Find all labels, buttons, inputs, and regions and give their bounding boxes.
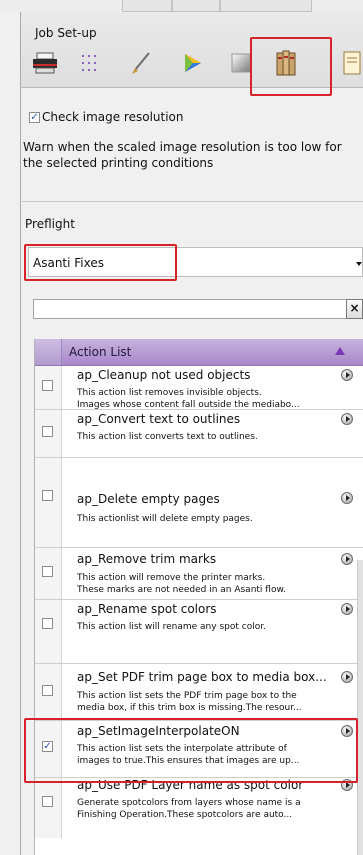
grid-icon[interactable]: [76, 48, 106, 78]
brush-icon[interactable]: [126, 48, 156, 78]
arrow-right-icon[interactable]: [341, 671, 353, 683]
preflight-label: Preflight: [25, 217, 75, 231]
highlight-toolbar-selection: [250, 37, 332, 96]
top-tab[interactable]: [172, 0, 220, 12]
item-checkbox[interactable]: [42, 618, 53, 629]
list-item[interactable]: ap_Cleanup not used objects This action …: [35, 366, 363, 410]
action-search-input[interactable]: [33, 299, 347, 319]
list-item[interactable]: ap_Remove trim marks This action will re…: [35, 548, 363, 600]
item-checkbox[interactable]: [42, 566, 53, 577]
vertical-scrollbar[interactable]: [357, 560, 363, 855]
item-title: ap_Remove trim marks: [77, 552, 217, 566]
arrow-right-icon[interactable]: [341, 413, 353, 425]
item-title: ap_Delete empty pages: [77, 492, 220, 506]
item-description: This action will remove the printer mark…: [77, 573, 286, 595]
top-tab-strip: [0, 0, 363, 12]
item-title: ap_Set PDF trim page box to media box...: [77, 670, 327, 684]
top-tab[interactable]: [122, 0, 172, 12]
arrow-right-icon[interactable]: [341, 553, 353, 565]
item-checkbox[interactable]: [42, 685, 53, 696]
item-checkbox[interactable]: [42, 380, 53, 391]
color-wheel-icon[interactable]: [178, 48, 208, 78]
arrow-right-icon[interactable]: [341, 603, 353, 615]
item-description: This action list will rename any spot co…: [77, 622, 266, 632]
item-title: ap_Convert text to outlines: [77, 412, 241, 426]
action-list-header-label: Action List: [69, 345, 132, 359]
item-description: This actionlist will delete empty pages.: [77, 514, 253, 524]
item-description: Generate spotcolors from layers whose na…: [77, 798, 301, 820]
item-checkbox[interactable]: [42, 426, 53, 437]
item-title: ap_Cleanup not used objects: [77, 368, 251, 382]
list-item[interactable]: ap_Set PDF trim page box to media box...…: [35, 664, 363, 721]
top-tab[interactable]: [220, 0, 312, 12]
check-image-resolution-label: Check image resolution: [42, 110, 184, 124]
list-item[interactable]: ap_Convert text to outlines This action …: [35, 410, 363, 458]
highlight-preflight-select: [24, 244, 177, 281]
highlight-selected-action: [24, 718, 358, 783]
item-description: This action list removes invisible objec…: [77, 388, 300, 410]
action-list-header[interactable]: Action List: [35, 339, 363, 366]
item-description: This action list converts text to outlin…: [77, 432, 258, 442]
chevron-down-icon[interactable]: [356, 262, 362, 266]
sort-ascending-icon[interactable]: [335, 347, 345, 355]
resolution-warning-line1: Warn when the scaled image resolution is…: [23, 140, 342, 154]
section-divider: [22, 201, 363, 202]
item-title: ap_Rename spot colors: [77, 602, 217, 616]
printer-icon[interactable]: [30, 48, 60, 78]
check-image-resolution-checkbox[interactable]: ✓: [29, 112, 40, 123]
arrow-right-icon[interactable]: [341, 492, 353, 504]
item-checkbox[interactable]: [42, 490, 53, 501]
list-item[interactable]: ap_Use PDF Layer name as spot color Gene…: [35, 778, 363, 838]
item-description: This action list sets the PDF trim page …: [77, 691, 302, 713]
list-item[interactable]: ap_Delete empty pages This actionlist wi…: [35, 458, 363, 548]
panel-title: Job Set-up: [35, 26, 97, 40]
header-gutter: [35, 339, 62, 365]
document-icon[interactable]: [340, 48, 363, 78]
list-item[interactable]: ap_Rename spot colors This action list w…: [35, 600, 363, 664]
item-checkbox[interactable]: [42, 796, 53, 807]
clear-search-button[interactable]: ×: [346, 299, 363, 319]
resolution-warning-line2: the selected printing conditions: [23, 156, 214, 170]
arrow-right-icon[interactable]: [341, 369, 353, 381]
